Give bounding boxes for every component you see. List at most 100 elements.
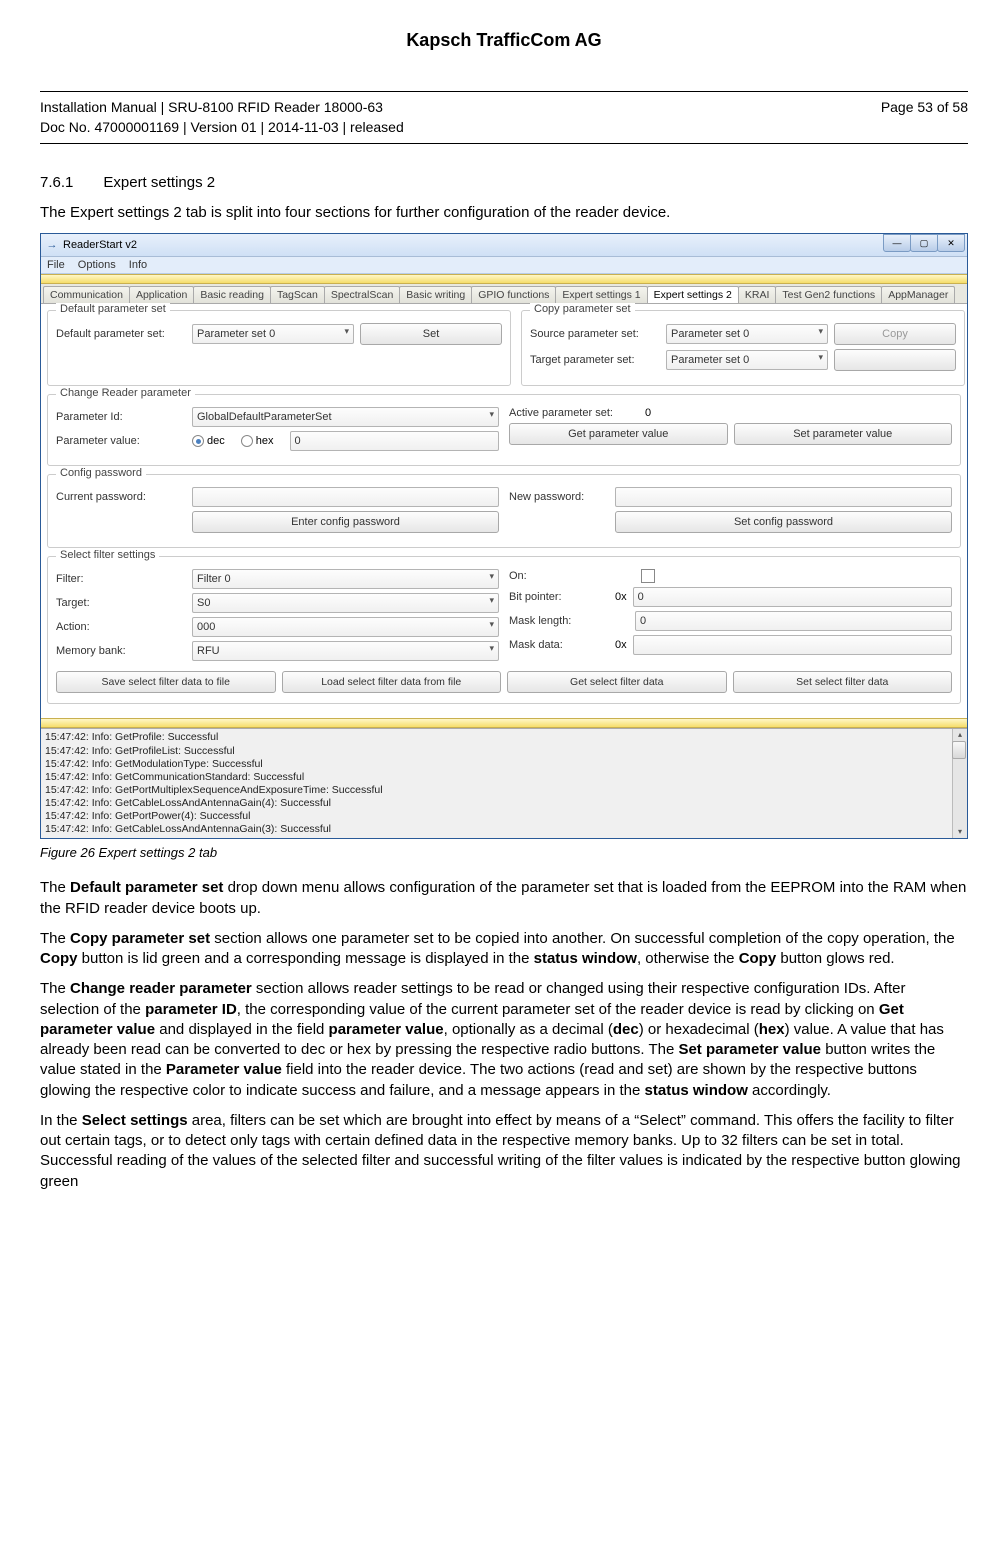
menu-info[interactable]: Info (129, 259, 147, 271)
log-line: 15:47:42: Info: GetProfile: Successful (45, 731, 963, 744)
paragraph-2: The Copy parameter set section allows on… (40, 929, 968, 970)
log-line: 15:47:42: Info: GetModulationType: Succe… (45, 758, 963, 771)
tab-spectralscan[interactable]: SpectralScan (324, 286, 400, 303)
get-filter-button[interactable]: Get select filter data (507, 671, 727, 693)
app-window: → ReaderStart v2 — ▢ ✕ File Options Info… (40, 233, 968, 839)
title-bar: → ReaderStart v2 — ▢ ✕ (41, 234, 967, 257)
log-line: 15:47:42: Info: GetPortPower(4): Success… (45, 810, 963, 823)
maximize-button[interactable]: ▢ (910, 234, 938, 252)
figure-caption: Figure 26 Expert settings 2 tab (40, 845, 968, 860)
default-param-combo[interactable]: Parameter set 0 (192, 324, 354, 344)
param-id-combo[interactable]: GlobalDefaultParameterSet (192, 407, 499, 427)
mask-length-field[interactable]: 0 (635, 611, 952, 631)
target-param-label: Target parameter set: (530, 354, 660, 366)
filter-label: Filter: (56, 573, 186, 585)
section-title: Expert settings 2 (103, 174, 215, 191)
group-title: Config password (56, 467, 146, 479)
on-checkbox[interactable] (641, 569, 655, 583)
source-param-combo[interactable]: Parameter set 0 (666, 324, 828, 344)
active-param-label: Active parameter set: (509, 407, 639, 419)
group-default-parameter-set: Default parameter set Default parameter … (47, 310, 511, 386)
on-label: On: (509, 570, 609, 582)
paragraph-4: In the Select settings area, filters can… (40, 1111, 968, 1192)
default-param-label: Default parameter set: (56, 328, 186, 340)
tab-appmanager[interactable]: AppManager (881, 286, 955, 303)
group-title: Default parameter set (56, 303, 170, 315)
log-line: 15:47:42: Info: GetCommunicationStandard… (45, 771, 963, 784)
ribbon-strip-bottom (41, 718, 967, 728)
ribbon-strip (41, 274, 967, 284)
section-heading: 7.6.1 Expert settings 2 (40, 174, 968, 191)
set-param-value-button[interactable]: Set parameter value (734, 423, 953, 445)
close-button[interactable]: ✕ (937, 234, 965, 252)
tab-expert-settings-1[interactable]: Expert settings 1 (555, 286, 647, 303)
doc-header: Installation Manual | SRU-8100 RFID Read… (40, 91, 968, 144)
group-copy-parameter-set: Copy parameter set Source parameter set:… (521, 310, 965, 386)
doc-meta-line: Doc No. 47000001169 | Version 01 | 2014-… (40, 118, 404, 138)
filter-combo[interactable]: Filter 0 (192, 569, 499, 589)
dec-radio[interactable]: dec (192, 435, 225, 447)
tab-expert-settings-2[interactable]: Expert settings 2 (647, 286, 739, 303)
tab-gpio-functions[interactable]: GPIO functions (471, 286, 556, 303)
set-config-password-button[interactable]: Set config password (615, 511, 952, 533)
menu-bar: File Options Info (41, 257, 967, 274)
window-title: ReaderStart v2 (63, 239, 137, 251)
log-line: 15:47:42: Info: GetCableLossAndAntennaGa… (45, 823, 963, 836)
hex-prefix: 0x (615, 639, 627, 651)
mask-data-field[interactable] (633, 635, 952, 655)
log-line: 15:47:42: Info: GetPortMultiplexSequence… (45, 784, 963, 797)
memory-bank-combo[interactable]: RFU (192, 641, 499, 661)
tab-tagscan[interactable]: TagScan (270, 286, 325, 303)
memory-bank-label: Memory bank: (56, 645, 186, 657)
param-value-field[interactable]: 0 (290, 431, 500, 451)
tab-communication[interactable]: Communication (43, 286, 130, 303)
menu-options[interactable]: Options (78, 259, 116, 271)
tab-test-gen2[interactable]: Test Gen2 functions (775, 286, 882, 303)
group-title: Change Reader parameter (56, 387, 195, 399)
action-label: Action: (56, 621, 186, 633)
save-filter-button[interactable]: Save select filter data to file (56, 671, 276, 693)
current-password-label: Current password: (56, 491, 186, 503)
paragraph-1: The Default parameter set drop down menu… (40, 878, 968, 919)
scroll-up-icon[interactable]: ▴ (953, 729, 967, 741)
get-param-value-button[interactable]: Get parameter value (509, 423, 728, 445)
tab-basic-reading[interactable]: Basic reading (193, 286, 271, 303)
hex-radio[interactable]: hex (241, 435, 274, 447)
scroll-thumb[interactable] (952, 741, 966, 759)
load-filter-button[interactable]: Load select filter data from file (282, 671, 502, 693)
target-param-combo[interactable]: Parameter set 0 (666, 350, 828, 370)
group-select-filter-settings: Select filter settings Filter:Filter 0 T… (47, 556, 961, 704)
new-password-label: New password: (509, 491, 609, 503)
hex-prefix: 0x (615, 591, 627, 603)
tab-content: Default parameter set Default parameter … (41, 304, 967, 718)
paragraph-3: The Change reader parameter section allo… (40, 979, 968, 1101)
tab-krai[interactable]: KRAI (738, 286, 777, 303)
copy-button[interactable]: Copy (834, 323, 956, 345)
tab-basic-writing[interactable]: Basic writing (399, 286, 472, 303)
bit-pointer-field[interactable]: 0 (633, 587, 952, 607)
target-combo[interactable]: S0 (192, 593, 499, 613)
scrollbar[interactable]: ▴ ▾ (952, 729, 967, 838)
target-label: Target: (56, 597, 186, 609)
scroll-down-icon[interactable]: ▾ (953, 826, 967, 838)
action-combo[interactable]: 000 (192, 617, 499, 637)
current-password-field[interactable] (192, 487, 499, 507)
log-line: 15:47:42: Info: GetProfileList: Successf… (45, 745, 963, 758)
doc-title-line: Installation Manual | SRU-8100 RFID Read… (40, 98, 404, 118)
param-value-label: Parameter value: (56, 435, 186, 447)
menu-file[interactable]: File (47, 259, 65, 271)
enter-config-password-button[interactable]: Enter config password (192, 511, 499, 533)
set-filter-button[interactable]: Set select filter data (733, 671, 953, 693)
minimize-button[interactable]: — (883, 234, 911, 252)
set-button[interactable]: Set (360, 323, 502, 345)
source-param-label: Source parameter set: (530, 328, 660, 340)
page-number: Page 53 of 58 (881, 98, 968, 137)
mask-length-label: Mask length: (509, 615, 609, 627)
status-log: 15:47:42: Info: GetProfile: Successful 1… (41, 728, 967, 838)
mask-data-label: Mask data: (509, 639, 609, 651)
section-number: 7.6.1 (40, 174, 73, 191)
intro-text: The Expert settings 2 tab is split into … (40, 203, 968, 223)
new-password-field[interactable] (615, 487, 952, 507)
tab-application[interactable]: Application (129, 286, 194, 303)
tab-bar: Communication Application Basic reading … (41, 284, 967, 304)
